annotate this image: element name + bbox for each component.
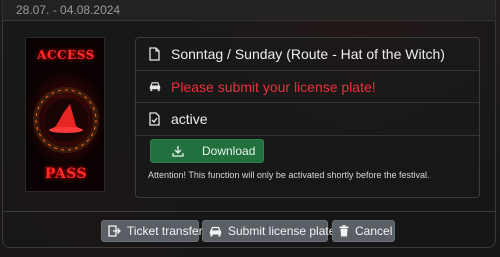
access-word: ACCESS (37, 48, 95, 62)
ticket-info-panel: Sonntag / Sunday (Route - Hat of the Wit… (135, 37, 480, 198)
license-plate-warning: Please submit your license plate! (171, 78, 376, 95)
cancel-button[interactable]: Cancel (332, 220, 395, 242)
access-pass-image: ACCESS PASS (25, 37, 105, 192)
footer-divider (2, 211, 496, 212)
download-label: Download (202, 144, 256, 158)
car-icon (149, 81, 161, 92)
car-icon (209, 226, 222, 237)
status-row: active (136, 103, 479, 136)
document-icon (149, 47, 161, 61)
event-row: Sonntag / Sunday (Route - Hat of the Wit… (136, 38, 479, 71)
cancel-label: Cancel (355, 224, 393, 238)
ticket-transfer-button[interactable]: Ticket transfer (101, 220, 203, 242)
submit-license-plate-button[interactable]: Submit license plate (202, 220, 335, 242)
date-range: 28.07. - 04.08.2024 (16, 3, 121, 17)
activation-note: Attention! This function will only be ac… (148, 170, 430, 180)
download-icon (172, 145, 184, 157)
card-header: 28.07. - 04.08.2024 (2, 0, 496, 21)
pass-word: PASS (44, 166, 88, 182)
vehicle-row: Please submit your license plate! (136, 71, 479, 103)
transfer-icon (108, 225, 121, 237)
download-row: Download Attention! This function will o… (136, 136, 479, 199)
submit-license-plate-label: Submit license plate (228, 224, 336, 238)
ticket-status: active (171, 111, 208, 127)
event-name: Sonntag / Sunday (Route - Hat of the Wit… (171, 46, 445, 62)
download-button[interactable]: Download (150, 139, 265, 163)
check-document-icon (149, 112, 161, 126)
ticket-transfer-label: Ticket transfer (127, 224, 203, 238)
trash-icon (339, 225, 349, 237)
